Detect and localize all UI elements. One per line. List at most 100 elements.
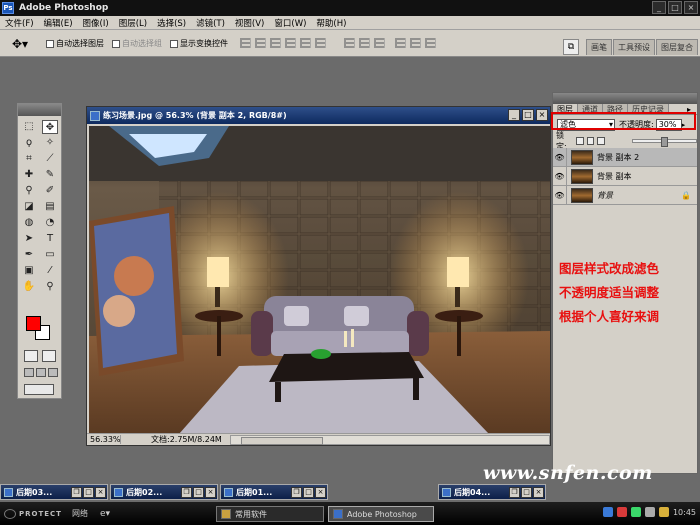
auto-select-layer-checkbox[interactable]: 自动选择图层 <box>46 38 104 49</box>
minimize-button[interactable]: _ <box>652 1 666 14</box>
eraser-tool-icon[interactable]: ◪ <box>21 200 37 214</box>
restore-button[interactable]: ❐ <box>291 486 302 498</box>
clone-stamp-tool-icon[interactable]: ⚲ <box>21 184 37 198</box>
doc-close-button[interactable]: × <box>536 109 548 121</box>
standard-screen-icon[interactable] <box>24 368 34 377</box>
standard-mode-icon[interactable] <box>24 350 38 362</box>
menu-filter[interactable]: 滤镜(T) <box>191 17 230 29</box>
brush-tool-icon[interactable]: ✎ <box>42 168 58 182</box>
close-button[interactable]: × <box>315 486 326 498</box>
toolbox-header[interactable] <box>18 104 61 116</box>
maximize-button[interactable]: □ <box>303 486 314 498</box>
close-button[interactable]: × <box>95 486 106 498</box>
align-top-icon[interactable] <box>240 38 251 48</box>
close-button[interactable]: × <box>533 486 544 498</box>
crop-tool-icon[interactable]: ⌗ <box>21 152 37 166</box>
align-bottom-icon[interactable] <box>270 38 281 48</box>
menu-image[interactable]: 图像(I) <box>78 17 114 29</box>
move-tool-icon[interactable]: ✥ <box>42 120 58 134</box>
menu-window[interactable]: 窗口(W) <box>269 17 311 29</box>
maximize-button[interactable]: □ <box>193 486 204 498</box>
lock-image-icon[interactable] <box>586 137 595 145</box>
shape-tool-icon[interactable]: ▭ <box>42 248 58 262</box>
minimized-window[interactable]: 后期02... ❐ □ × <box>110 484 218 500</box>
clock[interactable]: 10:45 <box>673 508 696 517</box>
eyedropper-tool-icon[interactable]: ⁄ <box>42 264 58 278</box>
tab-layer-comps[interactable]: 图层复合 <box>656 39 698 55</box>
move-tool-icon[interactable]: ✥▾ <box>12 37 28 51</box>
blur-tool-icon[interactable]: ◍ <box>21 216 37 230</box>
zoom-level[interactable]: 56.33% <box>87 435 121 444</box>
restore-button[interactable]: ❐ <box>509 486 520 498</box>
eye-icon[interactable]: 👁 <box>553 185 567 205</box>
hand-tool-icon[interactable]: ✋ <box>21 280 37 294</box>
healing-brush-tool-icon[interactable]: ✚ <box>21 168 37 182</box>
minimized-window[interactable]: 后期04... ❐ □ × <box>438 484 546 500</box>
doc-maximize-button[interactable]: □ <box>522 109 534 121</box>
auto-select-group-checkbox[interactable]: 自动选择组 <box>112 38 162 49</box>
jump-to-imageready-icon[interactable] <box>24 384 54 395</box>
tray-icon[interactable] <box>630 507 641 517</box>
image-canvas[interactable] <box>89 126 550 434</box>
document-info[interactable]: 文档:2.75M/8.24M <box>151 434 222 445</box>
align-vcenter-icon[interactable] <box>255 38 266 48</box>
layers-palette-header[interactable] <box>553 93 697 104</box>
document-title-bar[interactable]: 练习场景.jpg @ 56.3% (背景 副本 2, RGB/8#) _ □ × <box>87 107 550 124</box>
distribute-vcenter-icon[interactable] <box>359 38 370 48</box>
lasso-tool-icon[interactable]: ϙ <box>21 136 37 150</box>
close-button[interactable]: × <box>684 1 698 14</box>
layer-row[interactable]: 👁 背景 🔒 <box>553 185 697 205</box>
opacity-slider[interactable] <box>632 137 698 147</box>
align-hcenter-icon[interactable] <box>300 38 311 48</box>
layer-row[interactable]: 👁 背景 副本 <box>553 166 697 186</box>
close-button[interactable]: × <box>205 486 216 498</box>
restore-button[interactable]: ❐ <box>181 486 192 498</box>
doc-minimize-button[interactable]: _ <box>508 109 520 121</box>
distribute-left-icon[interactable] <box>395 38 406 48</box>
menu-help[interactable]: 帮助(H) <box>311 17 351 29</box>
tab-tool-presets[interactable]: 工具预设 <box>613 39 655 55</box>
minimized-window[interactable]: 后期01... ❐ □ × <box>220 484 328 500</box>
foreground-color-swatch[interactable] <box>26 316 41 331</box>
distribute-hcenter-icon[interactable] <box>410 38 421 48</box>
start-button[interactable]: PROTECT <box>4 508 62 519</box>
zoom-tool-icon[interactable]: ⚲ <box>42 280 58 294</box>
eye-icon[interactable]: 👁 <box>553 166 567 186</box>
align-buttons[interactable] <box>240 38 436 48</box>
magic-wand-tool-icon[interactable]: ✧ <box>42 136 58 150</box>
history-brush-tool-icon[interactable]: ✐ <box>42 184 58 198</box>
horizontal-scrollbar[interactable] <box>229 434 550 445</box>
menu-view[interactable]: 视图(V) <box>230 17 269 29</box>
distribute-bottom-icon[interactable] <box>374 38 385 48</box>
quick-mask-mode-icon[interactable] <box>42 350 56 362</box>
type-tool-icon[interactable]: T <box>42 232 58 246</box>
minimized-window[interactable]: 后期03... ❐ □ × <box>0 484 108 500</box>
path-selection-tool-icon[interactable]: ➤ <box>21 232 37 246</box>
menu-edit[interactable]: 编辑(E) <box>39 17 78 29</box>
full-screen-menu-icon[interactable] <box>36 368 46 377</box>
notes-tool-icon[interactable]: ▣ <box>21 264 37 278</box>
align-right-icon[interactable] <box>315 38 326 48</box>
tray-icon[interactable] <box>602 507 613 517</box>
menu-layer[interactable]: 图层(L) <box>114 17 152 29</box>
tray-icon[interactable] <box>616 507 627 517</box>
taskbar-button[interactable]: 常用软件 <box>216 506 324 522</box>
distribute-right-icon[interactable] <box>425 38 436 48</box>
tray-icon[interactable] <box>658 507 669 517</box>
slice-tool-icon[interactable]: ⟋ <box>42 152 58 166</box>
eye-icon[interactable]: 👁 <box>553 147 567 167</box>
align-left-icon[interactable] <box>285 38 296 48</box>
dodge-tool-icon[interactable]: ◔ <box>42 216 58 230</box>
maximize-button[interactable]: □ <box>83 486 94 498</box>
distribute-top-icon[interactable] <box>344 38 355 48</box>
menu-file[interactable]: 文件(F) <box>0 17 39 29</box>
ie-icon[interactable]: e▾ <box>100 509 110 519</box>
restore-button[interactable]: ❐ <box>71 486 82 498</box>
maximize-button[interactable]: □ <box>521 486 532 498</box>
volume-icon[interactable] <box>644 507 655 517</box>
lock-transparent-icon[interactable] <box>576 137 584 145</box>
pen-tool-icon[interactable]: ✒ <box>21 248 37 262</box>
lock-position-icon[interactable] <box>597 137 606 145</box>
bridge-icon[interactable]: ⧉ <box>563 39 579 55</box>
menu-select[interactable]: 选择(S) <box>152 17 191 29</box>
